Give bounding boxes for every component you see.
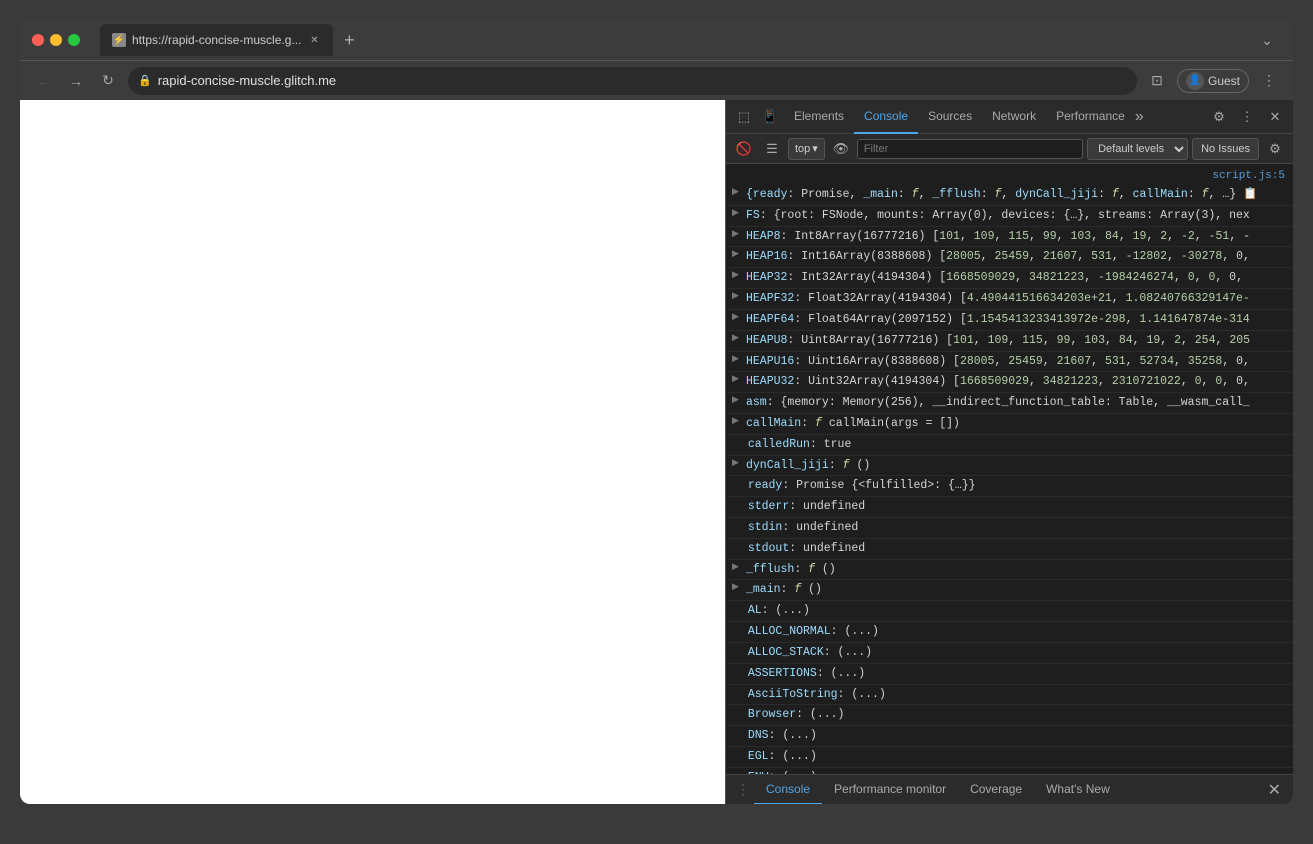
tab-performance[interactable]: Performance [1046, 100, 1135, 134]
console-line[interactable]: HEAP8: Int8Array(16777216) [101, 109, 11… [726, 227, 1293, 248]
device-toolbar-button[interactable]: 📱 [758, 105, 782, 129]
tab-title: https://rapid-concise-muscle.g... [132, 33, 301, 47]
console-line: ASSERTIONS: (...) [726, 664, 1293, 685]
tab-sources[interactable]: Sources [918, 100, 982, 134]
inspect-element-button[interactable]: ⬚ [732, 105, 756, 129]
tab-close-button[interactable]: ✕ [307, 33, 321, 47]
console-line: ALLOC_NORMAL: (...) [726, 622, 1293, 643]
console-line: AL: (...) [726, 601, 1293, 622]
back-button[interactable]: ← [32, 69, 56, 93]
bottom-tabs: Console Performance monitor Coverage Wha… [754, 775, 1262, 805]
drag-handle[interactable]: ⋮ [732, 781, 754, 798]
console-line[interactable]: asm: {memory: Memory(256), __indirect_fu… [726, 393, 1293, 414]
console-line: stderr: undefined [726, 497, 1293, 518]
traffic-lights [32, 34, 80, 46]
new-tab-button[interactable]: + [337, 28, 361, 52]
log-levels-dropdown[interactable]: Default levels [1087, 138, 1188, 160]
console-output[interactable]: script.js:5 {ready: Promise, _main: f, _… [726, 164, 1293, 774]
bookmark-icon[interactable]: ⊡ [1145, 69, 1169, 93]
devtools-more-button[interactable]: ⋮ [1235, 105, 1259, 129]
address-bar: ← → ↻ 🔒 rapid-concise-muscle.glitch.me ⊡… [20, 60, 1293, 100]
minimize-button[interactable] [50, 34, 62, 46]
console-line[interactable]: HEAPU16: Uint16Array(8388608) [28005, 25… [726, 352, 1293, 373]
console-line: calledRun: true [726, 435, 1293, 456]
title-bar: ⚡ https://rapid-concise-muscle.g... ✕ + … [20, 20, 1293, 60]
console-line[interactable]: HEAPF64: Float64Array(2097152) [1.154541… [726, 310, 1293, 331]
url-text: rapid-concise-muscle.glitch.me [158, 73, 336, 88]
console-line[interactable]: _main: f () [726, 580, 1293, 601]
devtools-toolbar: ⬚ 📱 Elements Console Sources Network [726, 100, 1293, 134]
console-line[interactable]: {ready: Promise, _main: f, _fflush: f, d… [726, 185, 1293, 206]
bottom-tab-coverage[interactable]: Coverage [958, 775, 1034, 805]
browser-tab[interactable]: ⚡ https://rapid-concise-muscle.g... ✕ [100, 24, 333, 56]
devtools-bottom-bar: ⋮ Console Performance monitor Coverage W… [726, 774, 1293, 804]
no-issues-button[interactable]: No Issues [1192, 138, 1259, 160]
console-line[interactable]: HEAPU32: Uint32Array(4194304) [166850902… [726, 372, 1293, 393]
devtools-close-button[interactable]: ✕ [1263, 105, 1287, 129]
console-line: AsciiToString: (...) [726, 685, 1293, 706]
menu-button[interactable]: ⋮ [1257, 69, 1281, 93]
console-line: ALLOC_STACK: (...) [726, 643, 1293, 664]
bottom-tab-whats-new[interactable]: What's New [1034, 775, 1122, 805]
bottom-tab-performance-monitor[interactable]: Performance monitor [822, 775, 958, 805]
close-button[interactable] [32, 34, 44, 46]
reload-button[interactable]: ↻ [96, 69, 120, 93]
console-line[interactable]: dynCall_jiji: f () [726, 456, 1293, 477]
console-line: ready: Promise {<fulfilled>: {…}} [726, 476, 1293, 497]
tab-elements[interactable]: Elements [784, 100, 854, 134]
console-line[interactable]: HEAP16: Int16Array(8388608) [28005, 2545… [726, 247, 1293, 268]
console-line: stdout: undefined [726, 539, 1293, 560]
address-bar-right: ⊡ 👤 Guest ⋮ [1145, 69, 1281, 93]
tab-bar-expand[interactable]: ⌄ [1261, 32, 1281, 49]
forward-button[interactable]: → [64, 69, 88, 93]
more-tabs-button[interactable]: » [1135, 108, 1144, 126]
console-line[interactable]: FS: {root: FSNode, mounts: Array(0), dev… [726, 206, 1293, 227]
main-area: ⬚ 📱 Elements Console Sources Network [20, 100, 1293, 804]
console-line[interactable]: callMain: f callMain(args = []) [726, 414, 1293, 435]
page-content [20, 100, 725, 804]
devtools-tabs: Elements Console Sources Network Perform… [784, 100, 1205, 134]
context-selector[interactable]: top ▾ [788, 138, 825, 160]
console-line: DNS: (...) [726, 726, 1293, 747]
console-filter-input[interactable] [857, 139, 1083, 159]
profile-button[interactable]: 👤 Guest [1177, 69, 1249, 93]
tab-bar: ⚡ https://rapid-concise-muscle.g... ✕ + [100, 24, 1253, 56]
devtools-settings-button[interactable]: ⚙ [1207, 105, 1231, 129]
tab-network[interactable]: Network [982, 100, 1046, 134]
console-line[interactable]: HEAP32: Int32Array(4194304) [1668509029,… [726, 268, 1293, 289]
devtools-toolbar-right: ⚙ ⋮ ✕ [1207, 105, 1287, 129]
console-sidebar-button[interactable]: ☰ [760, 137, 784, 161]
console-eye-button[interactable]: 👁 [829, 137, 853, 161]
console-line: Browser: (...) [726, 705, 1293, 726]
console-settings-button[interactable]: ⚙ [1263, 137, 1287, 161]
script-reference: script.js:5 [726, 164, 1293, 185]
maximize-button[interactable] [68, 34, 80, 46]
tab-favicon: ⚡ [112, 33, 126, 47]
console-clear-button[interactable]: 🚫 [732, 137, 756, 161]
console-line[interactable]: _fflush: f () [726, 560, 1293, 581]
profile-label: Guest [1208, 74, 1240, 88]
console-line[interactable]: HEAPU8: Uint8Array(16777216) [101, 109, … [726, 331, 1293, 352]
devtools-panel: ⬚ 📱 Elements Console Sources Network [725, 100, 1293, 804]
tab-console[interactable]: Console [854, 100, 918, 134]
url-bar[interactable]: 🔒 rapid-concise-muscle.glitch.me [128, 67, 1137, 95]
browser-window: ⚡ https://rapid-concise-muscle.g... ✕ + … [20, 20, 1293, 804]
bottom-bar-close-button[interactable]: ✕ [1262, 780, 1287, 800]
console-line: EGL: (...) [726, 747, 1293, 768]
console-line[interactable]: HEAPF32: Float32Array(4194304) [4.490441… [726, 289, 1293, 310]
profile-avatar: 👤 [1186, 72, 1204, 90]
console-line: stdin: undefined [726, 518, 1293, 539]
console-toolbar: 🚫 ☰ top ▾ 👁 Default levels No Issues ⚙ [726, 134, 1293, 164]
lock-icon: 🔒 [138, 74, 152, 87]
console-line: ENV: (...) [726, 768, 1293, 774]
bottom-tab-console[interactable]: Console [754, 775, 822, 805]
